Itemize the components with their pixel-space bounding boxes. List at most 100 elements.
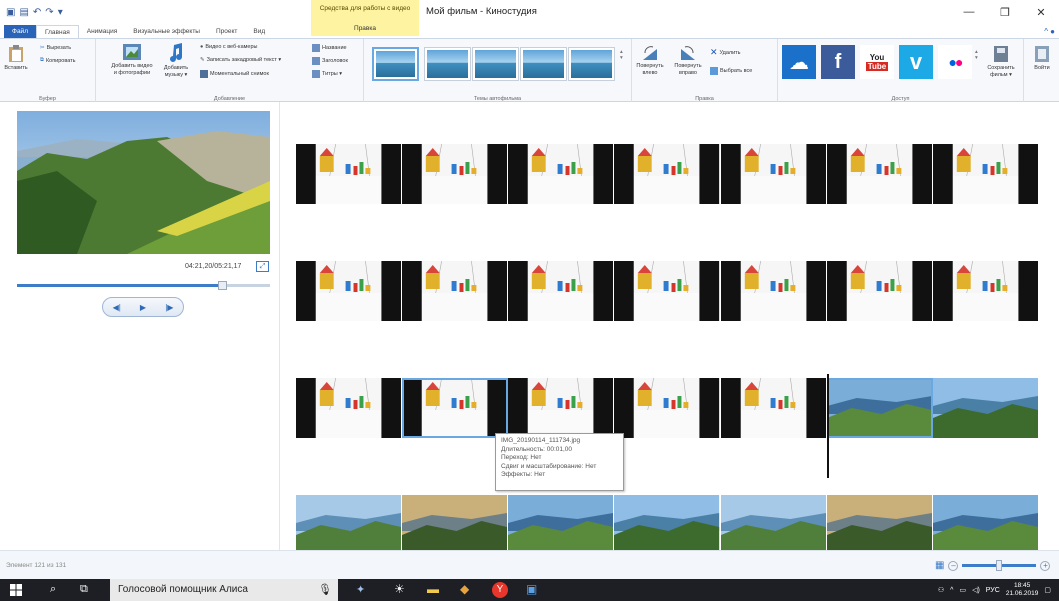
file-explorer-icon[interactable]: ▬ xyxy=(427,582,439,596)
people-icon[interactable]: ⚇ xyxy=(938,586,944,594)
webcam-button[interactable]: ● Видео с веб-камеры xyxy=(200,44,257,50)
paste-button[interactable]: Вставить xyxy=(4,45,28,72)
storyboard-clip[interactable] xyxy=(508,261,615,321)
storyboard-clip[interactable] xyxy=(932,144,1039,204)
storyboard-clip[interactable] xyxy=(508,495,615,550)
app-pinned-icon[interactable]: ✦ xyxy=(356,583,365,596)
tab-home[interactable]: Главная xyxy=(35,25,79,38)
storyboard-clip[interactable] xyxy=(932,261,1039,321)
maximize-button[interactable]: ❐ xyxy=(987,0,1023,24)
share-scroll-button[interactable]: ▴ ▾ xyxy=(975,49,978,61)
undo-icon[interactable]: ↶ xyxy=(33,7,41,18)
zoom-in-icon[interactable]: + xyxy=(1040,560,1051,571)
tab-animation[interactable]: Анимация xyxy=(79,25,126,38)
notifications-icon[interactable]: ▢ xyxy=(1044,586,1051,594)
yandex-browser-icon[interactable]: Y xyxy=(492,582,508,598)
add-music-button[interactable]: Добавить музыку ▾ xyxy=(158,43,194,79)
storyboard-clip[interactable] xyxy=(296,495,403,550)
credits-button[interactable]: Титры ▾ xyxy=(312,70,342,78)
storyboard-clip[interactable] xyxy=(720,261,827,321)
storyboard-clip[interactable] xyxy=(932,495,1039,550)
movie-maker-taskbar-icon[interactable]: ◆ xyxy=(460,582,469,596)
minimize-button[interactable]: — xyxy=(951,0,987,24)
help-icon[interactable]: ^ ● xyxy=(1044,27,1055,36)
fullscreen-preview-button[interactable]: ⤢ xyxy=(256,261,269,272)
copy-button[interactable]: ⧉ Копировать xyxy=(40,57,76,64)
storyboard-clip[interactable] xyxy=(402,378,509,438)
redo-icon[interactable]: ↷ xyxy=(45,7,53,18)
narration-button[interactable]: ✎ Записать закадровый текст ▾ xyxy=(200,57,281,63)
storyboard-clip[interactable] xyxy=(826,378,933,438)
windows-start-icon[interactable] xyxy=(10,584,22,596)
theme-cinematic[interactable] xyxy=(472,47,519,81)
tab-visual-effects[interactable]: Визуальные эффекты xyxy=(125,25,208,38)
search-icon[interactable]: ⌕ xyxy=(50,583,56,596)
storyboard-clip[interactable] xyxy=(614,144,721,204)
storyboard-clip[interactable] xyxy=(402,261,509,321)
customize-qat-icon[interactable]: ▾ xyxy=(58,7,63,18)
network-icon[interactable]: ▭ xyxy=(959,586,966,594)
seek-bar-thumb[interactable] xyxy=(217,281,227,290)
caption-button[interactable]: Заголовок xyxy=(312,57,348,65)
show-hidden-icons-icon[interactable]: ^ xyxy=(950,587,953,594)
storyboard-clip[interactable] xyxy=(614,495,721,550)
assistant-search-box[interactable]: Голосовой помощник Алиса xyxy=(110,579,338,601)
zoom-slider-thumb[interactable] xyxy=(996,560,1003,571)
tab-view[interactable]: Вид xyxy=(245,25,273,38)
storyboard-clip[interactable] xyxy=(508,378,615,438)
title-button[interactable]: Название xyxy=(312,44,347,52)
save-icon[interactable]: ▤ xyxy=(19,7,28,18)
theme-fade[interactable] xyxy=(520,47,567,81)
input-language[interactable]: РУС xyxy=(986,587,1000,594)
storyboard-clip[interactable] xyxy=(296,378,403,438)
vimeo-icon[interactable]: v xyxy=(899,45,933,79)
snapshot-button[interactable]: Моментальный снимок xyxy=(200,70,269,78)
app-menu-icon[interactable]: ▣ xyxy=(6,7,15,18)
tab-project[interactable]: Проект xyxy=(208,25,245,38)
storyboard-clip[interactable] xyxy=(720,144,827,204)
thumbnail-size-icon[interactable]: ▦ xyxy=(935,560,944,571)
storyboard-clip[interactable] xyxy=(720,495,827,550)
cut-button[interactable]: ✂ Вырезать xyxy=(40,45,71,51)
themes-scroll-button[interactable]: ▴ ▾ xyxy=(620,49,623,61)
close-button[interactable]: ✕ xyxy=(1023,0,1059,24)
seek-bar[interactable] xyxy=(17,281,270,290)
task-view-icon[interactable]: ⧉ xyxy=(80,583,88,596)
facebook-icon[interactable]: f xyxy=(821,45,855,79)
theme-default[interactable] xyxy=(372,47,419,81)
storyboard-clip[interactable] xyxy=(826,495,933,550)
storyboard-clip[interactable] xyxy=(402,495,509,550)
youtube-icon[interactable]: You Tube xyxy=(860,45,894,79)
photos-app-icon[interactable]: ▣ xyxy=(526,582,537,596)
system-clock[interactable]: 18:45 21.06.2019 xyxy=(1006,582,1039,598)
storyboard-clip[interactable] xyxy=(402,144,509,204)
preview-monitor[interactable] xyxy=(17,111,270,254)
storyboard-clip[interactable] xyxy=(296,261,403,321)
rotate-left-button[interactable]: Повернуть влево xyxy=(636,45,664,77)
microphone-icon[interactable]: 🎙 xyxy=(318,583,332,596)
rotate-right-button[interactable]: Повернуть вправо xyxy=(672,45,704,77)
storyboard-clip[interactable] xyxy=(720,378,827,438)
next-frame-icon[interactable]: |▶ xyxy=(165,303,173,312)
flickr-icon[interactable]: ● ● xyxy=(938,45,972,79)
add-video-photo-button[interactable]: Добавить видео и фотографии xyxy=(104,43,160,77)
volume-icon[interactable]: ◁) xyxy=(972,586,980,594)
save-movie-button[interactable]: Сохранить фильм ▾ xyxy=(982,45,1020,79)
play-icon[interactable]: ▶ xyxy=(140,303,146,312)
storyboard-clip[interactable] xyxy=(826,261,933,321)
delete-button[interactable]: ✕ Удалить xyxy=(710,47,741,58)
storyboard-clip[interactable] xyxy=(614,378,721,438)
previous-frame-icon[interactable]: ◀| xyxy=(113,303,121,312)
theme-contemporary[interactable] xyxy=(424,47,471,81)
zoom-slider[interactable] xyxy=(962,560,1037,571)
storyboard-clip[interactable] xyxy=(826,144,933,204)
sign-in-button[interactable]: Войти xyxy=(1028,45,1056,72)
storyboard-clip[interactable] xyxy=(614,261,721,321)
weather-sun-icon[interactable]: ☀ xyxy=(394,582,405,596)
storyboard-clip[interactable] xyxy=(508,144,615,204)
zoom-out-icon[interactable]: – xyxy=(948,560,959,571)
theme-pan-zoom[interactable] xyxy=(568,47,615,81)
select-all-button[interactable]: Выбрать все xyxy=(710,67,752,75)
onedrive-icon[interactable]: ☁ xyxy=(782,45,816,79)
storyboard-clip[interactable] xyxy=(932,378,1039,438)
